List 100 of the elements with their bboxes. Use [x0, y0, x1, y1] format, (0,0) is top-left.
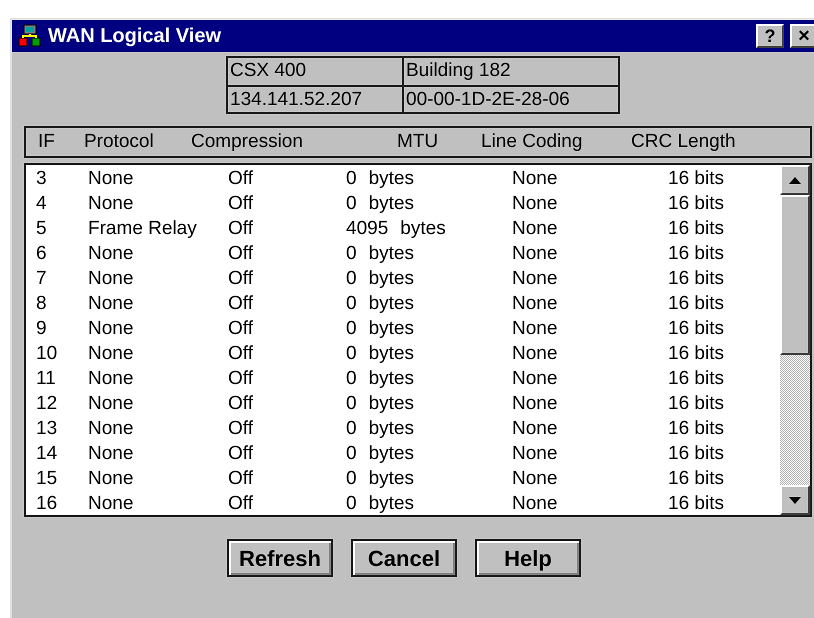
table-cell: 16 bits: [668, 168, 724, 189]
table-cell-text: 0: [346, 242, 357, 266]
column-header: Protocol: [84, 130, 154, 152]
table-cell: None: [88, 168, 134, 189]
table-cell: 16: [36, 493, 58, 514]
table-cell: None: [88, 393, 134, 414]
table-cell: None: [512, 168, 558, 189]
table-cell: None: [512, 443, 558, 464]
help-button[interactable]: ?: [756, 24, 784, 48]
table-cell: None: [88, 318, 134, 339]
table-cell-text: bytes: [400, 217, 446, 241]
down-arrow-icon: [789, 496, 801, 504]
column-header: IF: [38, 130, 55, 152]
table-cell-text: bytes: [368, 442, 414, 466]
table-cell-text: bytes: [368, 492, 414, 516]
table-cell-text: bytes: [368, 192, 414, 216]
table-cell: 6: [36, 243, 47, 264]
table-cell: Off: [228, 393, 253, 414]
table-cell: None: [512, 293, 558, 314]
table-cell-text: bytes: [368, 292, 414, 316]
table-cell: None: [512, 218, 558, 239]
table-cell: 16 bits: [668, 468, 724, 489]
table-cell: None: [88, 243, 134, 264]
info-cell: 00-00-1D-2E-28-06: [406, 89, 570, 110]
table-cell-text: bytes: [368, 417, 414, 441]
table-cell: Off: [228, 493, 253, 514]
column-header: MTU: [397, 130, 438, 152]
info-cell: Building 182: [406, 60, 511, 81]
table-cell: 3: [36, 168, 47, 189]
scroll-thumb[interactable]: [780, 195, 810, 355]
close-button[interactable]: ×: [790, 24, 814, 48]
table-cell: 16 bits: [668, 193, 724, 214]
table-cell: 4: [36, 193, 47, 214]
table-cell-text: bytes: [368, 267, 414, 291]
table-cell-text: 0: [346, 367, 357, 391]
table-cell-text: bytes: [368, 342, 414, 366]
table-cell: Off: [228, 468, 253, 489]
table-cell: None: [88, 468, 134, 489]
dialog-button[interactable]: Refresh: [227, 539, 333, 577]
window-title: WAN Logical View: [48, 24, 222, 49]
table-cell: 13: [36, 418, 58, 439]
table-cell-text: 0: [346, 292, 357, 316]
table-cell: Off: [228, 318, 253, 339]
scroll-up-button[interactable]: [780, 165, 810, 195]
info-cell: 134.141.52.207: [230, 89, 362, 110]
table-cell: 16 bits: [668, 368, 724, 389]
table-cell-text: bytes: [368, 467, 414, 491]
table-cell: 16 bits: [668, 318, 724, 339]
table-cell: 14: [36, 443, 58, 464]
table-cell: Off: [228, 418, 253, 439]
table-cell-text: 0: [346, 192, 357, 216]
table-cell-text: bytes: [368, 242, 414, 266]
table-cell-text: bytes: [368, 167, 414, 191]
table-cell-text: 0: [346, 267, 357, 291]
up-arrow-icon: [789, 176, 801, 184]
table-cell: None: [512, 268, 558, 289]
table-cell: None: [88, 193, 134, 214]
table-cell: 10: [36, 343, 58, 364]
table-cell: 16 bits: [668, 293, 724, 314]
dialog-button[interactable]: Cancel: [351, 539, 457, 577]
scroll-down-button[interactable]: [780, 485, 810, 515]
table-cell: 16 bits: [668, 418, 724, 439]
table-cell: None: [88, 293, 134, 314]
column-header: Line Coding: [481, 130, 582, 152]
table-cell: 12: [36, 393, 58, 414]
table-cell: 16 bits: [668, 243, 724, 264]
table-cell-text: bytes: [368, 367, 414, 391]
table-cell-text: 0: [346, 442, 357, 466]
table-cell: 16 bits: [668, 443, 724, 464]
table-cell: 16 bits: [668, 493, 724, 514]
table-cell: None: [512, 368, 558, 389]
network-icon: [18, 24, 42, 48]
table-cell: Off: [228, 243, 253, 264]
table-cell: 16 bits: [668, 343, 724, 364]
table-cell: None: [512, 243, 558, 264]
table-cell: 16 bits: [668, 218, 724, 239]
scrollbar[interactable]: [780, 165, 810, 515]
table-cell: Off: [228, 443, 253, 464]
column-header: Compression: [191, 130, 303, 152]
table-cell: Off: [228, 368, 253, 389]
table-cell-text: 0: [346, 167, 357, 191]
table-cell: Off: [228, 293, 253, 314]
dialog-button[interactable]: Help: [475, 539, 581, 577]
table-cell: None: [88, 368, 134, 389]
table-cell: Frame Relay: [88, 218, 197, 239]
table-cell: 9: [36, 318, 47, 339]
info-cell: CSX 400: [230, 60, 306, 81]
table-cell-text: 0: [346, 492, 357, 516]
table-cell: None: [88, 443, 134, 464]
table-cell: 16 bits: [668, 393, 724, 414]
table-cell-text: 0: [346, 417, 357, 441]
table-cell-text: 4095: [346, 217, 388, 241]
table-cell: None: [88, 268, 134, 289]
table-cell: Off: [228, 168, 253, 189]
table-cell: None: [512, 418, 558, 439]
table-cell: None: [88, 343, 134, 364]
table-cell-text: bytes: [368, 392, 414, 416]
table-cell: 8: [36, 293, 47, 314]
table-cell: None: [88, 493, 134, 514]
table-cell: 15: [36, 468, 58, 489]
